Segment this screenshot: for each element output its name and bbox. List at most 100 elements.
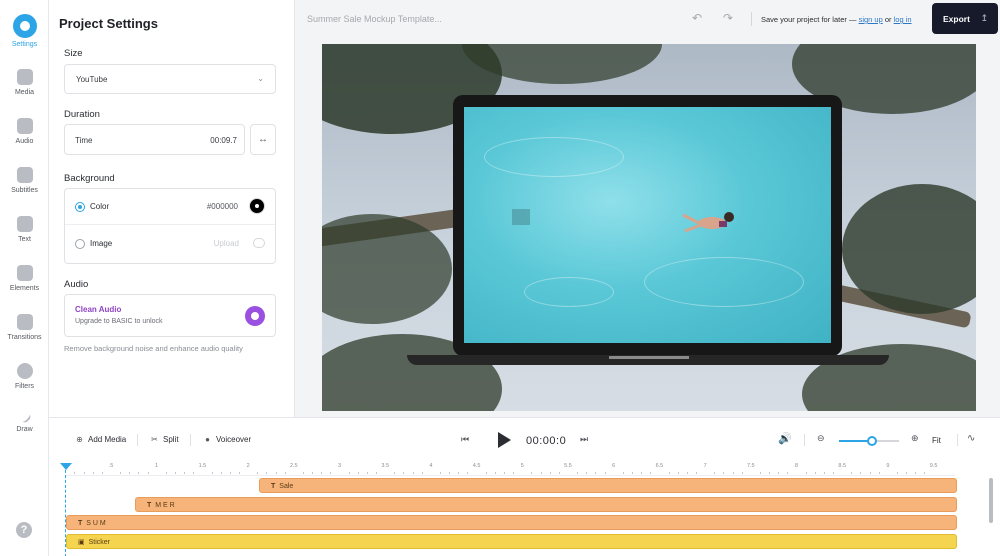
plus-icon [16,69,33,85]
color-hex-value: #000000 [206,202,238,211]
sidebar-item-media[interactable]: Media [0,69,49,115]
voiceover-button[interactable]: ● Voiceover [202,435,251,444]
ruler-tick-mark [92,472,94,474]
elements-icon [16,265,33,281]
playhead-handle[interactable] [60,463,72,470]
transitions-icon [16,314,33,330]
export-button[interactable]: Export ↥ [932,3,998,34]
swimmer-figure [682,212,734,233]
sidebar-item-draw[interactable]: Draw [0,409,49,458]
ruler-tick-mark [723,472,725,474]
ruler-tick-mark [467,472,469,474]
sidebar-item-settings[interactable]: Settings [0,14,49,60]
chevron-down-icon: ⌄ [257,74,264,83]
background-color-row[interactable]: Color #000000 [65,189,275,225]
undo-icon[interactable]: ↶ [692,11,702,25]
clean-audio-icon [245,306,265,326]
ruler-tick-mark [330,472,332,474]
ruler-tick-mark [686,472,688,474]
redo-icon[interactable]: ↷ [723,11,733,25]
duration-field[interactable]: Time 00:09.7 [64,124,245,155]
time-readout: 00:00:0 [526,435,567,447]
ruler-tick-label: 2 [246,463,250,469]
background-image-row[interactable]: Image Upload [65,226,275,262]
image-radio[interactable] [75,239,85,249]
ruler-tick-mark [604,472,606,474]
ruler-tick-mark [732,472,734,474]
project-title[interactable]: Summer Sale Mockup Template... [307,14,442,24]
ruler-tick-mark [412,472,414,474]
fast-forward-icon[interactable]: ⏭ [580,434,588,445]
rewind-icon[interactable]: ⏮ [461,434,469,445]
ruler-tick-mark [257,472,259,474]
timeline-ruler[interactable]: .5 1 1.5 2 2.5 3 3.5 4 4.5 5 5.5 6 6.5 7 7.5 8 8.5 9 9.5 [65,462,955,476]
ruler-tick-mark [120,472,122,474]
size-select[interactable]: YouTube ⌄ [64,64,276,94]
timeline-scrollbar[interactable] [989,478,993,523]
volume-icon[interactable]: 🔊 [778,432,792,445]
ruler-tick-label: 1.5 [198,463,207,469]
water-ripple [524,277,614,307]
voiceover-label: Voiceover [216,435,252,444]
ruler-tick-mark [458,472,460,474]
sidebar-item-transitions[interactable]: Transitions [0,314,49,360]
ruler-tick-label: 7 [703,463,707,469]
settings-icon [12,14,37,38]
video-canvas[interactable] [322,44,976,411]
fit-duration-button[interactable]: ↔ [250,124,276,155]
track-clip-sale[interactable]: T Sale [259,478,957,493]
ruler-tick-label: 3 [337,463,342,469]
log-in-link[interactable]: log in [894,15,912,24]
ruler-tick-label: 4 [429,463,433,469]
clean-audio-card[interactable]: Clean Audio Upgrade to BASIC to unlock [64,294,276,337]
zoom-in-icon[interactable]: ⊕ [911,433,919,444]
add-media-label: Add Media [88,435,127,444]
ruler-tick-mark [540,472,542,474]
pencil-icon [17,409,32,425]
sign-up-link[interactable]: sign up [859,15,883,24]
help-button[interactable]: ? [16,522,32,538]
ruler-tick-mark [485,472,487,474]
ruler-tick-label: 6 [612,463,616,469]
waveform-icon[interactable]: ∿ [967,433,975,444]
ruler-tick-mark [741,472,743,474]
ruler-tick-mark [312,472,314,474]
text-icon: T [78,520,83,527]
fit-button[interactable]: Fit [932,436,941,445]
ruler-tick-label: 1 [155,463,159,469]
ruler-tick-mark [823,472,825,474]
zoom-out-icon[interactable]: ⊖ [817,433,825,444]
split-button[interactable]: ✂ Split [149,435,178,444]
left-toolbar: Settings Media Audio Subtitles Text Elem… [0,0,49,556]
scissors-icon: ✂ [151,435,158,444]
zoom-slider-handle[interactable] [867,436,877,446]
audio-description: Remove background noise and enhance audi… [64,344,243,353]
divider [751,12,752,26]
ruler-tick-mark [906,472,908,474]
add-media-button[interactable]: ⊕ Add Media [74,435,126,444]
sidebar-item-filters[interactable]: Filters [0,363,49,409]
filters-icon [16,363,33,379]
sidebar-item-text[interactable]: Text [0,216,49,262]
color-picker-swatch[interactable] [249,198,265,214]
sidebar-item-audio[interactable]: Audio [0,118,49,164]
cloud-upload-icon [253,238,265,248]
play-icon[interactable] [498,432,511,448]
ruler-tick-mark [851,472,853,474]
ruler-tick-mark [366,472,368,474]
sidebar-item-label: Media [14,89,35,96]
color-radio[interactable] [75,202,85,212]
track-clip-mer[interactable]: TM E R [135,497,957,512]
track-clip-sticker[interactable]: ▣ Sticker [66,534,957,549]
ruler-tick-label: 3.5 [381,463,390,469]
zoom-slider[interactable] [839,436,899,446]
ruler-tick-mark [504,472,506,474]
sidebar-item-elements[interactable]: Elements [0,265,49,311]
ruler-tick-mark [641,472,643,474]
ruler-tick-mark [321,472,323,474]
track-clip-sum[interactable]: TS U M [66,515,957,530]
sidebar-item-subtitles[interactable]: Subtitles [0,167,49,213]
ruler-tick-mark [138,472,140,474]
ruler-tick-label: 2.5 [289,463,298,469]
ruler-tick-mark [924,472,926,474]
